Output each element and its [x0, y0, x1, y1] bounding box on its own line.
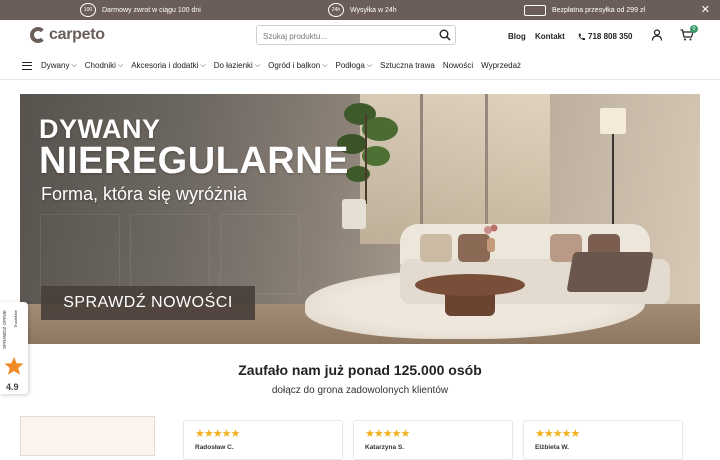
review-card: ★★★★★ Katarzyna S.: [353, 420, 513, 460]
rating-stars: ★★★★★: [365, 428, 410, 440]
chevron-down-icon: ⌵: [71, 61, 77, 69]
promo-top-bar: 100 Darmowy zwrot w ciągu 100 dni 24h Wy…: [0, 0, 720, 20]
chevron-down-icon: ⌵: [117, 61, 124, 69]
free-return-info: 100 Darmowy zwrot w ciągu 100 dni: [80, 0, 201, 20]
trustmate-logo: TrustMate: [13, 310, 18, 328]
free-shipping-info: Bezpłatna przesyłka od 299 zł: [524, 0, 645, 20]
truck-icon: [524, 4, 546, 16]
search-box: [256, 25, 456, 46]
search-icon[interactable]: [439, 29, 451, 41]
vase-flowers: [484, 224, 498, 252]
nav-item-lazienka[interactable]: Do łazienki ⌵: [214, 61, 260, 70]
free-shipping-label: Bezpłatna przesyłka od 299 zł: [552, 6, 645, 14]
nav-item-dywany[interactable]: Dywany ⌵: [41, 61, 77, 70]
nav-item-podloga[interactable]: Podłoga ⌵: [335, 61, 372, 70]
user-account-icon[interactable]: [651, 29, 663, 41]
trustmate-widget[interactable]: SPRAWDŹ OPINIE TrustMate 4.9: [0, 302, 28, 394]
chevron-down-icon: ⌵: [366, 61, 373, 69]
trust-section-title: Zaufało nam już ponad 125.000 osób: [238, 362, 482, 378]
logo-text: carpeto: [49, 26, 105, 43]
wall-panel: [130, 214, 210, 294]
review-card: ★★★★★ Elżbieta W.: [523, 420, 683, 460]
free-return-label: Darmowy zwrot w ciągu 100 dni: [102, 6, 201, 14]
chevron-down-icon: ⌵: [254, 61, 261, 69]
nav-item-ogrod[interactable]: Ogród i balkon ⌵: [268, 61, 327, 70]
lamp-shade: [600, 108, 626, 134]
nav-item-wyprzedaz[interactable]: Wyprzedaż: [481, 61, 521, 70]
nav-item-label: Podłoga: [335, 61, 365, 70]
trust-section-subtitle: dołącz do grona zadowolonych klientów: [271, 385, 449, 396]
nav-item-label: Akcesoria i dodatki: [131, 61, 199, 70]
hero-subheading: Forma, która się wyróżnia: [41, 184, 248, 204]
contact-link[interactable]: Kontakt: [535, 32, 565, 41]
check-new-button[interactable]: SPRAWDŹ NOWOŚCI: [41, 286, 255, 320]
wall-panel: [220, 214, 300, 294]
window-frame: [485, 94, 488, 244]
pillow: [420, 234, 452, 262]
shipping-24h-info: 24h Wysyłka w 24h: [328, 0, 397, 20]
blog-link[interactable]: Blog: [508, 32, 526, 41]
coffee-table: [415, 274, 525, 296]
rating-stars: ★★★★★: [535, 428, 580, 440]
nav-item-chodniki[interactable]: Chodniki ⌵: [85, 61, 123, 70]
nav-item-nowosci[interactable]: Nowości: [443, 61, 473, 70]
promo-box: [20, 416, 155, 456]
hero-heading-large: NIEREGULARNE: [39, 140, 350, 182]
phone-number: 718 808 350: [588, 32, 633, 41]
chevron-down-icon: ⌵: [322, 61, 328, 69]
blanket: [566, 252, 654, 292]
chevron-down-icon: ⌵: [200, 61, 206, 69]
main-navigation: Dywany ⌵ Chodniki ⌵ Akcesoria i dodatki ⌵ D…: [0, 52, 720, 80]
hamburger-menu-icon[interactable]: [22, 61, 32, 70]
nav-item-label: Dywany: [41, 61, 70, 70]
plant-pot: [342, 199, 366, 229]
search-input[interactable]: [257, 27, 427, 46]
logo-mark-icon: [30, 27, 46, 43]
review-card: ★★★★★ Radosław C.: [183, 420, 343, 460]
site-header: carpeto Blog Kontakt 718 808 350 0: [0, 20, 720, 52]
phone-link[interactable]: 718 808 350: [578, 32, 633, 41]
nav-item-sztuczna-trawa[interactable]: Sztuczna trawa: [380, 61, 435, 70]
nav-item-akcesoria[interactable]: Akcesoria i dodatki ⌵: [131, 61, 205, 70]
nav-item-label: Ogród i balkon: [268, 61, 321, 70]
nav-item-label: Chodniki: [84, 61, 116, 70]
hero-banner[interactable]: DYWANY NIEREGULARNE Forma, która się wyr…: [20, 94, 700, 344]
rating-stars: ★★★★★: [195, 428, 240, 440]
return-icon: 100: [80, 3, 96, 17]
logo[interactable]: carpeto: [30, 26, 105, 44]
window-frame: [420, 94, 423, 244]
shipping-24h-label: Wysyłka w 24h: [350, 6, 397, 14]
cart-count-badge: 0: [690, 25, 698, 33]
wall-panel: [40, 214, 120, 294]
delivery-icon: 24h: [328, 3, 344, 17]
phone-icon: [578, 33, 585, 40]
nav-item-label: Do łazienki: [213, 61, 253, 70]
close-icon[interactable]: ✕: [701, 3, 710, 16]
